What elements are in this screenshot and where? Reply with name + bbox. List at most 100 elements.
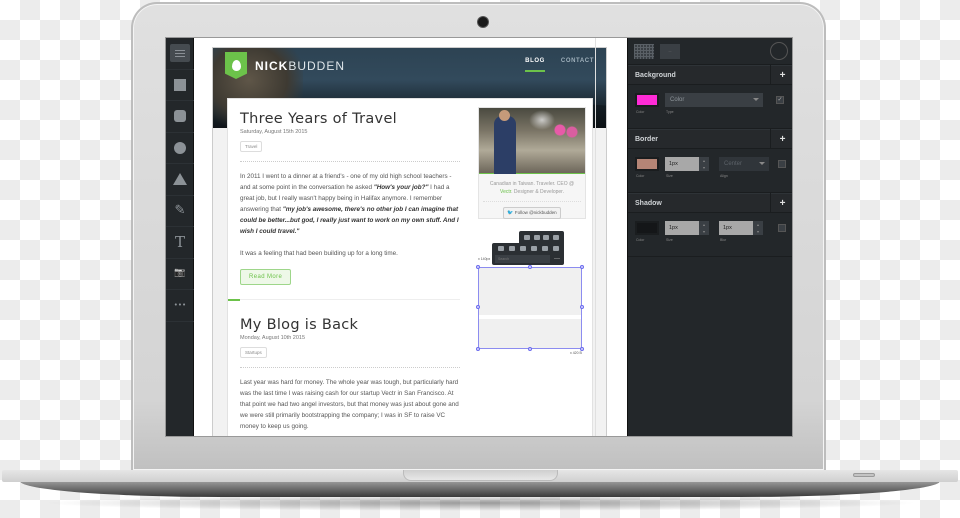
- send-backward-icon[interactable]: [543, 234, 550, 240]
- content-card: Three Years of Travel Saturday, August 1…: [227, 98, 593, 436]
- border-enabled-checkbox[interactable]: [778, 160, 786, 168]
- text-tool[interactable]: T: [166, 227, 194, 259]
- selected-shape[interactable]: [476, 265, 584, 351]
- resize-handle[interactable]: [528, 265, 532, 269]
- align-bottom-icon[interactable]: [519, 246, 526, 251]
- site-logo[interactable]: NICKBUDDEN: [255, 59, 345, 73]
- save-icon[interactable]: [497, 246, 504, 251]
- post-title[interactable]: Three Years of Travel: [240, 111, 460, 127]
- pen-tool[interactable]: ✎: [166, 196, 194, 227]
- post-tag[interactable]: Travel: [240, 141, 263, 152]
- twitter-bird-icon: 🐦: [507, 210, 514, 216]
- add-shadow-button[interactable]: +: [770, 193, 792, 213]
- resize-handle[interactable]: [476, 305, 480, 309]
- object-toolbox: Search —: [492, 243, 564, 265]
- nav-blog[interactable]: BLOG: [525, 58, 545, 72]
- website-mockup: NICKBUDDEN BLOG CONTACT Three Years of T…: [212, 47, 607, 436]
- resize-handle[interactable]: [528, 347, 532, 351]
- grid-tab[interactable]: [634, 43, 654, 59]
- shadow-size-stepper[interactable]: ▴ ▾: [699, 221, 709, 235]
- size-label: x 140px: [478, 257, 491, 261]
- add-border-button[interactable]: +: [770, 129, 792, 149]
- read-more-button[interactable]: Read More: [240, 269, 292, 285]
- rounded-square-icon: [174, 110, 186, 123]
- object-toolbox-top: [519, 231, 564, 243]
- border-align-select[interactable]: Center: [719, 157, 769, 171]
- menu-button[interactable]: [166, 38, 194, 70]
- background-type-select[interactable]: Color: [665, 93, 763, 107]
- border-color-swatch[interactable]: [635, 157, 659, 171]
- power-indicator: [853, 473, 875, 477]
- site-nav: BLOG CONTACT: [525, 58, 594, 72]
- polygon-tool[interactable]: [166, 164, 194, 196]
- align-top-icon[interactable]: [530, 246, 537, 251]
- toolbox-search-input[interactable]: Search: [495, 255, 550, 263]
- size-label: x 420 B: [570, 351, 582, 355]
- ellipse-tool[interactable]: [166, 133, 194, 164]
- shadow-enabled-checkbox[interactable]: [778, 224, 786, 232]
- laptop-screen: ✎ T 📷 ••• NICKBUDDEN BLOG CONTACT Three …: [165, 37, 793, 437]
- design-canvas[interactable]: NICKBUDDEN BLOG CONTACT Three Years of T…: [195, 38, 627, 436]
- border-section-header: Border +: [628, 129, 792, 149]
- duplicate-icon[interactable]: [552, 246, 559, 251]
- background-section-header: Background +: [628, 65, 792, 85]
- more-tools-button[interactable]: •••: [166, 290, 194, 322]
- background-section: Color Color Type ✓: [628, 85, 792, 129]
- twitter-follow-button[interactable]: 🐦 Follow @nickbudden: [503, 207, 561, 219]
- post-body: Last year was hard for money. The whole …: [240, 379, 459, 430]
- more-icon: •••: [173, 300, 187, 309]
- resize-handle[interactable]: [476, 265, 480, 269]
- post-title[interactable]: My Blog is Back: [240, 317, 460, 333]
- profile-bio: Canadian in Taiwan. Traveler. CEO @ Vect…: [489, 181, 575, 195]
- shadow-section: Color 1px ▴ ▾ Size 1px ▴ ▾ Blur: [628, 213, 792, 257]
- user-avatar[interactable]: [770, 42, 788, 60]
- post-divider: [228, 299, 460, 301]
- border-size-input[interactable]: 1px: [665, 157, 699, 171]
- send-back-icon[interactable]: [553, 234, 560, 240]
- square-icon: [174, 78, 186, 91]
- bring-front-icon[interactable]: [523, 234, 530, 240]
- blog-post: Three Years of Travel Saturday, August 1…: [240, 111, 460, 285]
- resize-handle[interactable]: [476, 347, 480, 351]
- border-section: Color 1px ▴ ▾ Size Center Align: [628, 149, 792, 193]
- background-color-swatch[interactable]: [635, 93, 659, 107]
- resize-handle[interactable]: [580, 305, 584, 309]
- laptop-base: [20, 481, 940, 497]
- background-enabled-checkbox[interactable]: ✓: [776, 96, 784, 104]
- post-date: Monday, August 10th 2015: [240, 335, 306, 341]
- logo-icon: [225, 52, 247, 79]
- shadow-size-input[interactable]: 1px: [665, 221, 699, 235]
- vectr-link[interactable]: Vectr: [500, 189, 511, 195]
- shadow-color-swatch[interactable]: [635, 221, 659, 235]
- shadow-blur-input[interactable]: 1px: [719, 221, 753, 235]
- bring-forward-icon[interactable]: [533, 234, 540, 240]
- chevron-down-icon: [753, 98, 759, 101]
- camera-icon: [478, 17, 488, 27]
- rounded-rectangle-tool[interactable]: [166, 101, 194, 133]
- add-icon[interactable]: [541, 246, 548, 251]
- tool-bar: ✎ T 📷 •••: [166, 38, 194, 436]
- profile-widget: Canadian in Taiwan. Traveler. CEO @ Vect…: [478, 107, 586, 219]
- layers-tab[interactable]: —: [660, 43, 680, 59]
- flip-icon[interactable]: [508, 246, 515, 251]
- resize-handle[interactable]: [580, 265, 584, 269]
- shadow-blur-stepper[interactable]: ▴ ▾: [753, 221, 763, 235]
- circle-icon: [174, 141, 186, 154]
- profile-photo: [479, 108, 585, 174]
- collapse-icon[interactable]: —: [553, 255, 561, 263]
- inspector-panel: — Background + Color Color Type ✓ Border…: [627, 38, 792, 436]
- triangle-icon: [173, 173, 187, 186]
- add-background-button[interactable]: +: [770, 65, 792, 85]
- blog-post: My Blog is Back Monday, August 10th 2015…: [240, 317, 460, 432]
- border-size-stepper[interactable]: ▴ ▾: [699, 157, 709, 171]
- image-tool[interactable]: 📷: [166, 259, 194, 290]
- post-tag[interactable]: Startups: [240, 347, 267, 358]
- rectangle-tool[interactable]: [166, 70, 194, 101]
- post-body: In 2011 I went to a dinner at a friend's…: [240, 173, 459, 257]
- canvas-scrollbar[interactable]: [595, 38, 602, 436]
- nav-contact[interactable]: CONTACT: [561, 58, 594, 72]
- chevron-down-icon: [759, 162, 765, 165]
- text-icon: T: [174, 232, 185, 251]
- camera-icon: 📷: [174, 268, 186, 279]
- laptop-hinge-notch: [403, 470, 558, 481]
